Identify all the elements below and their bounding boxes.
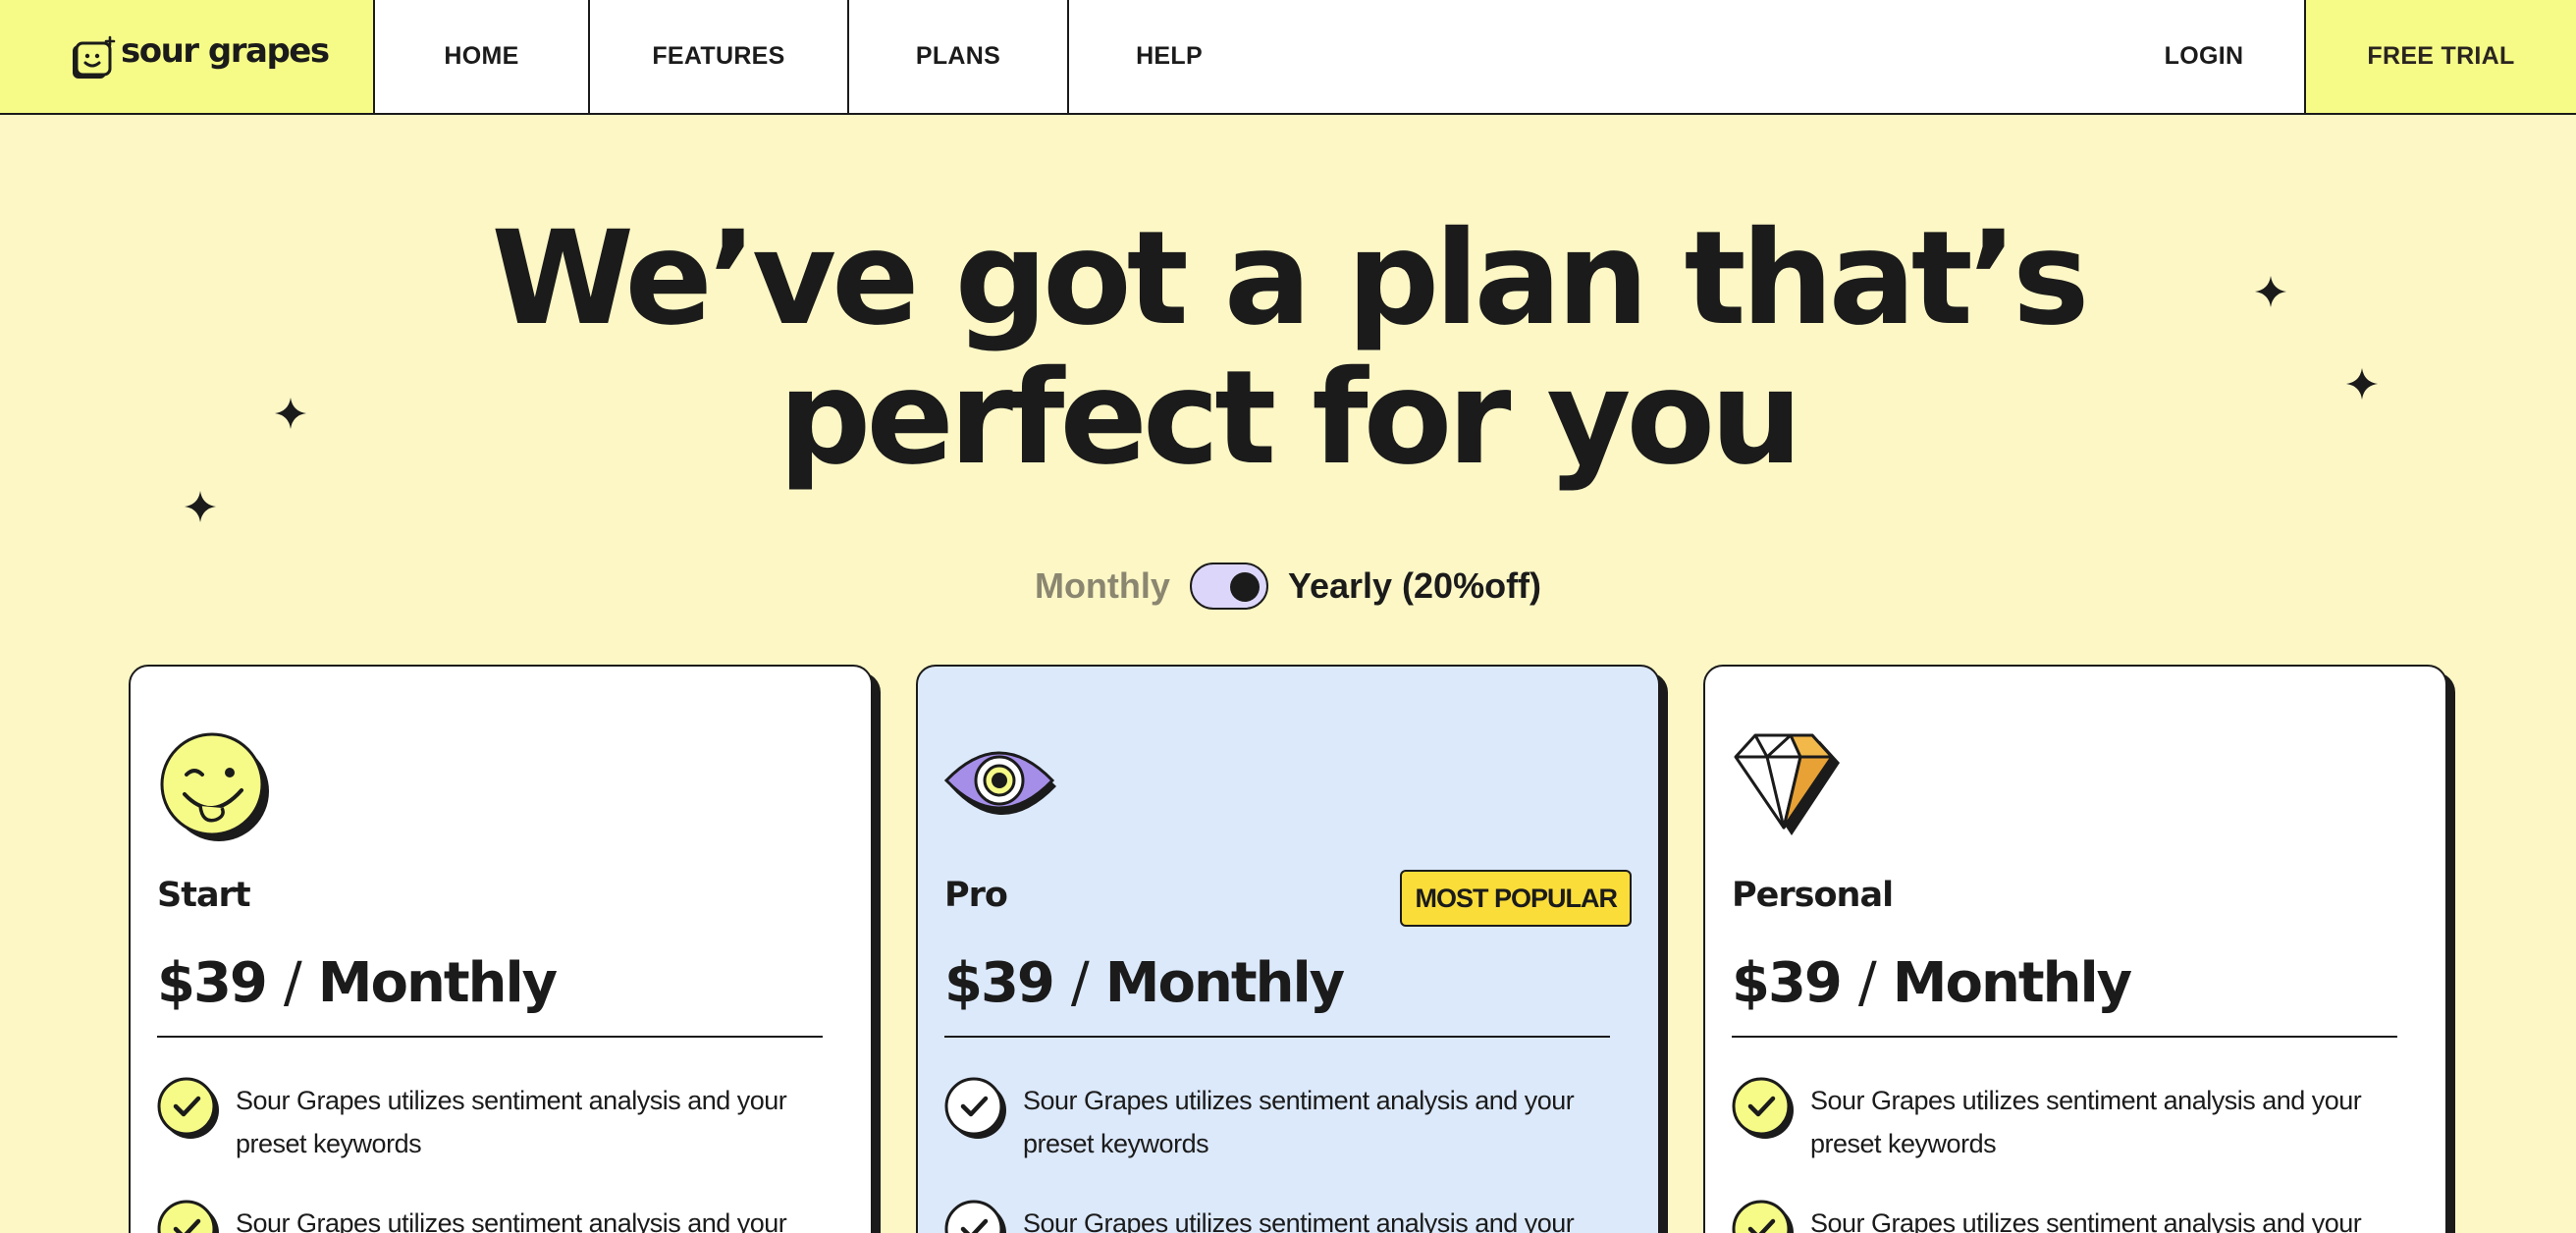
smiley-box-logo-icon (73, 35, 116, 79)
brand-logo-link[interactable]: sour grapes (0, 0, 375, 113)
eye-icon (944, 751, 1056, 815)
feature-item: Sour Grapes utilizes sentiment analysis … (157, 1200, 834, 1233)
sparkle-icon (2255, 276, 2286, 307)
page-headline: We’ve got a plan that’s perfect for you (0, 209, 2576, 488)
sparkle-icon (2346, 368, 2378, 400)
price-amount: $39 (157, 951, 268, 1015)
feature-text: Sour Grapes utilizes sentiment analysis … (236, 1208, 787, 1233)
nav-features-link[interactable]: FEATURES (590, 0, 849, 113)
plan-name: Pro (944, 876, 1008, 915)
headline-line-1: We’ve got a plan that’s (491, 203, 2089, 354)
price-separator: / (1070, 951, 1090, 1015)
sparkle-icon (185, 491, 216, 522)
divider (157, 1036, 823, 1038)
nav-home-link[interactable]: HOME (375, 0, 590, 113)
divider (944, 1036, 1610, 1038)
most-popular-badge: MOST POPULAR (1400, 870, 1632, 927)
check-circle-icon (944, 1077, 1006, 1139)
feature-text: Sour Grapes utilizes sentiment analysis … (1023, 1208, 1575, 1233)
free-trial-button[interactable]: FREE TRIAL (2304, 0, 2576, 113)
feature-item: Sour Grapes utilizes sentiment analysis … (1732, 1200, 2409, 1233)
feature-item: Sour Grapes utilizes sentiment analysis … (1732, 1077, 2409, 1165)
brand-name: sour grapes (121, 31, 330, 71)
nav-plans-link[interactable]: PLANS (849, 0, 1069, 113)
top-navigation: sour grapes HOME FEATURES PLANS HELP LOG… (0, 0, 2576, 115)
price-amount: $39 (1732, 951, 1843, 1015)
check-circle-icon (944, 1200, 1006, 1233)
price-period: Monthly (1104, 951, 1345, 1015)
check-circle-icon (1732, 1200, 1794, 1233)
billing-period-toggle-row: Monthly Yearly (20%off) (0, 560, 2576, 613)
plan-name: Start (157, 876, 251, 915)
divider (1732, 1036, 2397, 1038)
wink-smiley-icon (160, 732, 269, 841)
feature-item: Sour Grapes utilizes sentiment analysis … (157, 1077, 834, 1165)
billing-period-switch[interactable] (1189, 563, 1268, 610)
plan-price: $39/Monthly (944, 951, 1345, 1015)
feature-text: Sour Grapes utilizes sentiment analysis … (1810, 1208, 2362, 1233)
check-circle-icon (1732, 1077, 1794, 1139)
feature-text: Sour Grapes utilizes sentiment analysis … (236, 1086, 787, 1158)
diamond-icon (1734, 733, 1840, 835)
yearly-option-label[interactable]: Yearly (20%off) (1288, 565, 1541, 607)
plan-card-start: Start $39/Monthly Sour Grapes utilizes s… (129, 665, 873, 1233)
login-link[interactable]: LOGIN (2106, 0, 2302, 113)
monthly-option-label[interactable]: Monthly (1035, 565, 1170, 607)
feature-item: Sour Grapes utilizes sentiment analysis … (944, 1077, 1622, 1165)
check-circle-icon (157, 1077, 219, 1139)
check-circle-icon (157, 1200, 219, 1233)
feature-text: Sour Grapes utilizes sentiment analysis … (1023, 1086, 1575, 1158)
price-separator: / (283, 951, 302, 1015)
plan-card-personal: Personal $39/Monthly Sour Grapes utilize… (1703, 665, 2447, 1233)
price-separator: / (1857, 951, 1877, 1015)
plan-name: Personal (1732, 876, 1894, 915)
feature-item: Sour Grapes utilizes sentiment analysis … (944, 1200, 1622, 1233)
price-period: Monthly (317, 951, 558, 1015)
feature-text: Sour Grapes utilizes sentiment analysis … (1810, 1086, 2362, 1158)
plan-price: $39/Monthly (157, 951, 558, 1015)
sparkle-icon (275, 398, 306, 429)
switch-knob (1229, 572, 1260, 602)
plan-card-pro: Pro MOST POPULAR $39/Monthly Sour Grapes… (916, 665, 1660, 1233)
plan-price: $39/Monthly (1732, 951, 2132, 1015)
nav-help-link[interactable]: HELP (1069, 0, 1269, 113)
price-amount: $39 (944, 951, 1055, 1015)
price-period: Monthly (1892, 951, 2132, 1015)
headline-line-2: perfect for you (778, 343, 1802, 494)
